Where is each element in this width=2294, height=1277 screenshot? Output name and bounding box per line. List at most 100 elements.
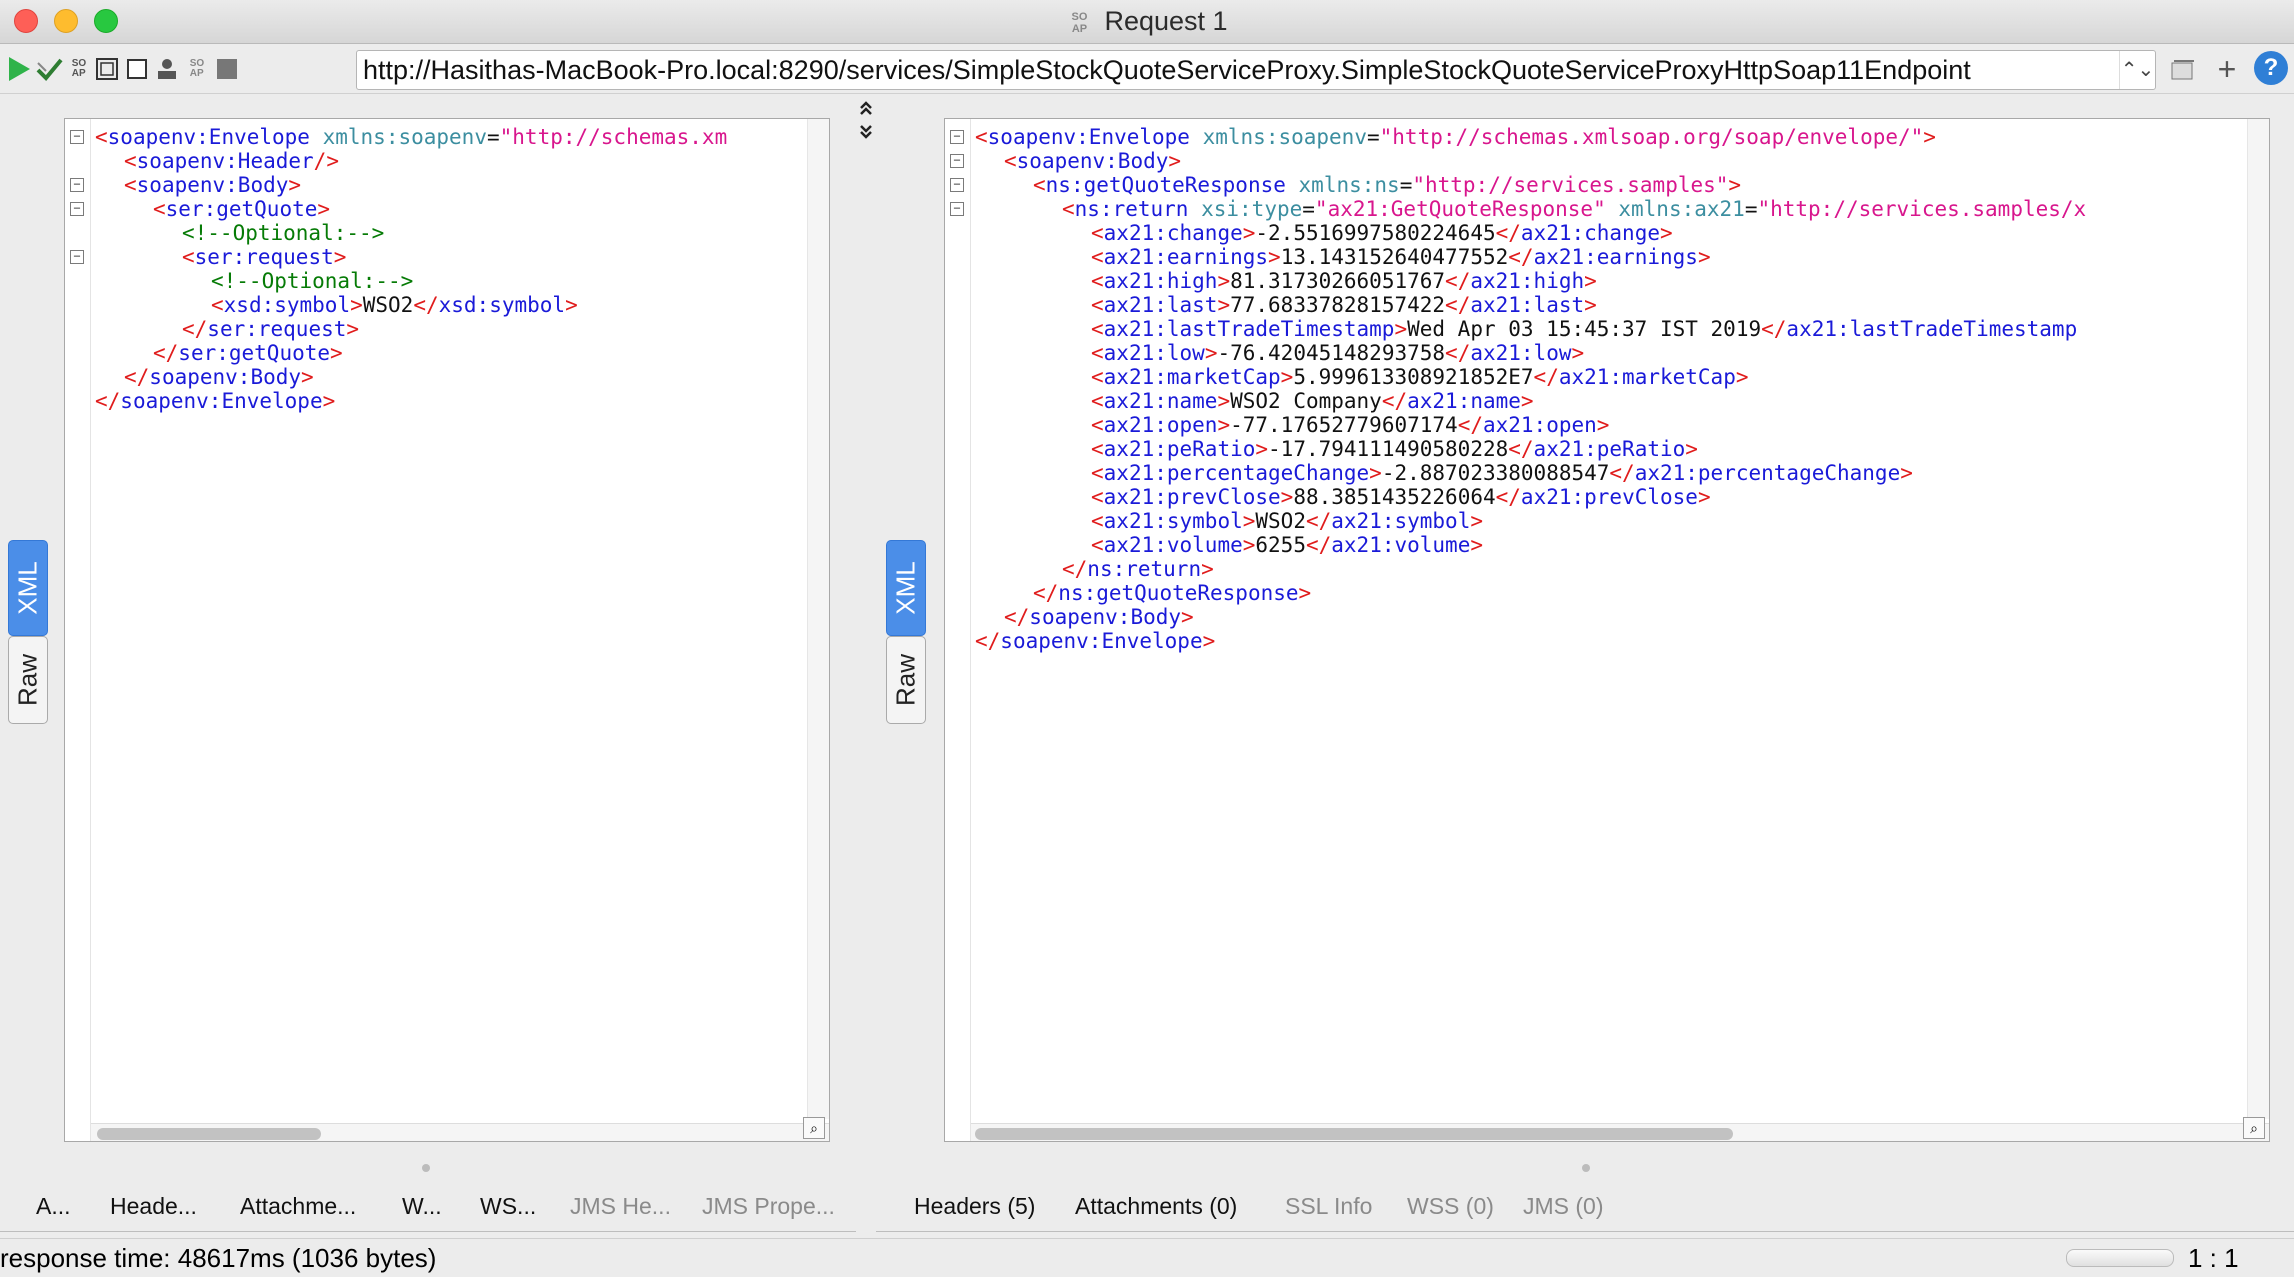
code-line: </ns:return>	[975, 557, 2086, 581]
code-token: ser:getQuote	[165, 197, 318, 221]
response-xml-tab-label: XML	[890, 561, 921, 615]
code-token: >	[333, 245, 347, 269]
code-token: =	[1744, 197, 1758, 221]
code-token: ns:return	[1074, 197, 1189, 221]
response-scroll-thumb[interactable]	[975, 1128, 1733, 1140]
fold-toggle-icon[interactable]: −	[950, 130, 964, 144]
code-line: </ns:getQuoteResponse>	[975, 581, 2086, 605]
window-title-container: SO AP Request 1	[0, 6, 2294, 37]
code-line: <ax21:symbol>WSO2</ax21:symbol>	[975, 509, 2086, 533]
validate-icon[interactable]	[34, 54, 64, 84]
progress-indicator	[2066, 1249, 2174, 1267]
code-line: <!--Optional:-->	[95, 221, 727, 245]
code-token: ax21:low	[1470, 341, 1572, 365]
fold-toggle-icon[interactable]: −	[950, 202, 964, 216]
code-token: </	[1004, 605, 1030, 629]
code-token: ax21:volume	[1103, 533, 1243, 557]
code-token: ax21:marketCap	[1558, 365, 1736, 389]
code-token: ser:request	[207, 317, 347, 341]
code-line: <ax21:prevClose>88.3851435226064</ax21:p…	[975, 485, 2086, 509]
fold-toggle-icon[interactable]: −	[70, 178, 84, 192]
fold-toggle-icon[interactable]: −	[950, 178, 964, 192]
code-token: </	[1305, 509, 1332, 533]
code-line: <ax21:marketCap>5.999613308921852E7</ax2…	[975, 365, 2086, 389]
play-icon[interactable]	[4, 54, 34, 84]
code-token: -2.5516997580224645	[1255, 221, 1496, 245]
stop-icon[interactable]	[212, 54, 242, 84]
code-token: -77.17652779607174	[1230, 413, 1458, 437]
code-token: <	[124, 149, 137, 173]
code-token: ax21:peRatio	[1533, 437, 1686, 461]
code-token: =	[1399, 173, 1413, 197]
response-horizontal-scrollbar[interactable]	[971, 1123, 2269, 1141]
code-token: >	[1697, 485, 1711, 509]
fold-toggle-icon[interactable]: −	[950, 154, 964, 168]
add-icon[interactable]: +	[2212, 51, 2242, 87]
layout-icon[interactable]	[92, 54, 122, 84]
response-bottom-tabs: Headers (5) Attachments (0) SSL Info WSS (0…	[876, 1180, 2294, 1232]
endpoint-dropdown-icon[interactable]: ⌃⌄	[2119, 51, 2155, 89]
response-find-icon[interactable]: ⌕	[2243, 1117, 2265, 1139]
fold-toggle-icon[interactable]: −	[70, 130, 84, 144]
response-bottom-tab[interactable]: WSS (0)	[1407, 1180, 1494, 1232]
code-token: >	[350, 293, 363, 317]
response-bottom-tab[interactable]: Attachments (0)	[1075, 1180, 1237, 1232]
code-token: <	[153, 197, 166, 221]
request-bottom-tab[interactable]: JMS Prope...	[702, 1180, 835, 1232]
code-token: ax21:percentageChange	[1634, 461, 1901, 485]
response-xml-tab[interactable]: XML	[886, 540, 926, 636]
response-xml-editor[interactable]: − − − − <soapenv:Envelope xmlns:soapenv="ht…	[944, 118, 2270, 1142]
request-xml-editor[interactable]: − − − − <soapenv:Envelope xmlns:soapenv="ht…	[64, 118, 830, 1142]
soap-icon[interactable]: SO AP	[64, 54, 94, 84]
request-bottom-tab[interactable]: Heade...	[110, 1180, 197, 1232]
edit-endpoint-icon[interactable]	[2168, 54, 2198, 84]
code-token: >	[1204, 341, 1218, 365]
request-raw-tab[interactable]: Raw	[8, 636, 48, 724]
fold-toggle-icon[interactable]: −	[70, 202, 84, 216]
response-bottom-tab[interactable]: SSL Info	[1285, 1180, 1372, 1232]
code-token: </	[1533, 365, 1559, 389]
request-vertical-scrollbar[interactable]	[807, 119, 829, 1119]
response-raw-tab[interactable]: Raw	[886, 636, 926, 724]
split-divider-handle[interactable]	[858, 100, 874, 142]
request-bottom-tab[interactable]: Attachme...	[240, 1180, 356, 1232]
endpoint-url-field[interactable]: http://Hasithas-MacBook-Pro.local:8290/s…	[356, 50, 2156, 90]
stop-square-icon[interactable]	[122, 54, 152, 84]
request-bottom-tab[interactable]: W...	[402, 1180, 442, 1232]
fold-toggle-icon[interactable]: −	[70, 250, 84, 264]
code-token: >	[1217, 293, 1231, 317]
code-token: -17.794111490580228	[1268, 437, 1509, 461]
request-scroll-thumb[interactable]	[97, 1128, 321, 1140]
code-token: >	[1181, 605, 1194, 629]
request-splitter-dot[interactable]	[422, 1164, 430, 1172]
code-line: </soapenv:Body>	[975, 605, 2086, 629]
code-token: ax21:last	[1470, 293, 1585, 317]
code-token: soapenv:Body	[136, 173, 289, 197]
request-horizontal-scrollbar[interactable]	[91, 1123, 829, 1141]
request-xml-tab[interactable]: XML	[8, 540, 48, 636]
code-token: soapenv:Envelope	[1000, 629, 1203, 653]
request-bottom-tab[interactable]: A...	[36, 1180, 71, 1232]
request-bottom-tab[interactable]: JMS He...	[570, 1180, 671, 1232]
code-token: ns:return	[1087, 557, 1202, 581]
response-vertical-scrollbar[interactable]	[2247, 119, 2269, 1119]
code-token: >	[1571, 341, 1585, 365]
response-bottom-tab[interactable]: JMS (0)	[1523, 1180, 1604, 1232]
response-code[interactable]: <soapenv:Envelope xmlns:soapenv="http://…	[975, 125, 2086, 653]
request-bottom-tab[interactable]: WS...	[480, 1180, 536, 1232]
code-token: ax21:earnings	[1103, 245, 1269, 269]
response-splitter-dot[interactable]	[1582, 1164, 1590, 1172]
code-line: <ax21:low>-76.42045148293758</ax21:low>	[975, 341, 2086, 365]
help-icon[interactable]: ?	[2254, 51, 2288, 85]
code-token: ax21:name	[1103, 389, 1218, 413]
request-find-icon[interactable]: ⌕	[803, 1117, 825, 1139]
response-bottom-tab[interactable]: Headers (5)	[914, 1180, 1035, 1232]
soap-small-icon[interactable]: SO AP	[182, 54, 212, 84]
code-token: ax21:percentageChange	[1103, 461, 1370, 485]
request-code[interactable]: <soapenv:Envelope xmlns:soapenv="http://…	[95, 125, 727, 413]
request-bottom-tabs: A... Heade... Attachme... W... WS... JMS He..…	[0, 1180, 856, 1232]
user-icon[interactable]	[152, 54, 182, 84]
code-token: >	[1242, 533, 1256, 557]
